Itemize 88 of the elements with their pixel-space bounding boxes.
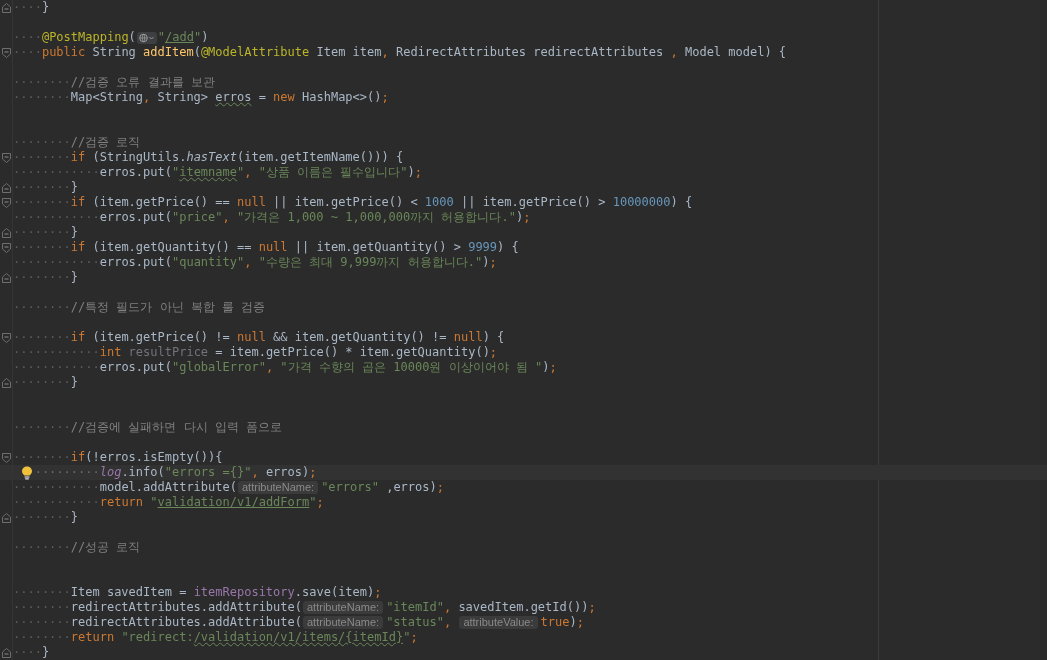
fold-icon[interactable] bbox=[2, 227, 11, 238]
code-text: public String addItem(@ModelAttribute Item item, RedirectAttributes redirectAttributes , Model model) { bbox=[41, 45, 787, 60]
code-text: erros.put("quantity", "수량은 최대 9,999까지 허용합니다."); bbox=[99, 255, 497, 270]
whitespace-marker: ···· bbox=[13, 45, 42, 60]
whitespace-marker: ···· bbox=[13, 0, 42, 15]
code-text: } bbox=[70, 180, 79, 195]
whitespace-marker: ···· bbox=[13, 645, 42, 660]
code-text: erros.put("globalError", "가격 수향의 곱은 10000원 이상이어야 됨 "); bbox=[99, 360, 557, 375]
fold-icon[interactable] bbox=[2, 647, 11, 658]
whitespace-marker: ········ bbox=[13, 180, 71, 195]
code-text: } bbox=[70, 510, 79, 525]
code-text: "status", bbox=[386, 615, 453, 630]
whitespace-marker: ········ bbox=[13, 375, 71, 390]
code-text: } bbox=[70, 225, 79, 240]
code-text: true); bbox=[540, 615, 584, 630]
whitespace-marker: ···· bbox=[13, 30, 42, 45]
code-text: erros.put("itemname", "상품 이름은 필수입니다"); bbox=[99, 165, 423, 180]
whitespace-marker: ········ bbox=[13, 630, 71, 645]
whitespace-marker: ········ bbox=[13, 75, 71, 90]
code-text: if (item.getPrice() == null || item.getPrice() < 1000 || item.getPrice() > 10000000) { bbox=[70, 195, 693, 210]
code-text: } bbox=[70, 270, 79, 285]
fold-icon[interactable] bbox=[2, 332, 11, 343]
parameter-hint: attributeName: bbox=[303, 616, 384, 629]
fold-icon[interactable] bbox=[2, 377, 11, 388]
whitespace-marker: ········ bbox=[13, 135, 71, 150]
code-text: @PostMapping( bbox=[41, 30, 136, 45]
whitespace-marker: ········ bbox=[13, 270, 71, 285]
lightbulb-icon[interactable] bbox=[20, 465, 35, 480]
whitespace-marker: ············ bbox=[13, 165, 100, 180]
code-text: //검증 오류 결과를 보관 bbox=[70, 75, 215, 90]
whitespace-marker: ········ bbox=[13, 225, 71, 240]
code-text: if (StringUtils.hasText(item.getItemName())) { bbox=[70, 150, 404, 165]
code-text: redirectAttributes.addAttribute( bbox=[70, 615, 302, 630]
code-text: } bbox=[41, 645, 50, 660]
whitespace-marker: ············ bbox=[13, 360, 100, 375]
code-text: model.addAttribute( bbox=[99, 480, 237, 495]
fold-icon[interactable] bbox=[2, 512, 11, 523]
code-text: if (item.getQuantity() == null || item.getQuantity() > 9999) { bbox=[70, 240, 519, 255]
whitespace-marker: ············ bbox=[13, 495, 100, 510]
fold-icon[interactable] bbox=[2, 47, 11, 58]
code-text: "itemId", savedItem.getId()); bbox=[386, 600, 596, 615]
whitespace-marker: ········ bbox=[13, 300, 71, 315]
whitespace-marker: ········ bbox=[13, 600, 71, 615]
whitespace-marker: ············ bbox=[13, 480, 100, 495]
code-text: return "redirect:/validation/v1/items/{itemId}"; bbox=[70, 630, 418, 645]
code-text: if(!erros.isEmpty()){ bbox=[70, 450, 223, 465]
code-text: erros.put("price", "가격은 1,000 ~ 1,000,000까지 허용합니다."); bbox=[99, 210, 531, 225]
code-text: int resultPrice = item.getPrice() * item.getQuantity(); bbox=[99, 345, 498, 360]
code-text: } bbox=[70, 375, 79, 390]
fold-icon[interactable] bbox=[2, 272, 11, 283]
parameter-hint: attributeValue: bbox=[459, 616, 538, 629]
code-text: "/add") bbox=[157, 30, 209, 45]
fold-icon[interactable] bbox=[2, 452, 11, 463]
whitespace-marker: ············ bbox=[13, 345, 100, 360]
fold-icon[interactable] bbox=[2, 152, 11, 163]
whitespace-marker: ········ bbox=[13, 540, 71, 555]
whitespace-marker: ········ bbox=[13, 615, 71, 630]
whitespace-marker: ········ bbox=[13, 195, 71, 210]
code-text: "errors" ,erros); bbox=[321, 480, 444, 495]
code-text: } bbox=[41, 0, 50, 15]
whitespace-marker: ········ bbox=[13, 150, 71, 165]
whitespace-marker: ········ bbox=[13, 420, 71, 435]
fold-icon[interactable] bbox=[2, 182, 11, 193]
code-text: //검증에 실패하면 다시 입력 폼으로 bbox=[70, 420, 283, 435]
fold-icon[interactable] bbox=[2, 242, 11, 253]
whitespace-marker: ········ bbox=[13, 510, 71, 525]
code-text: //특정 필드가 아닌 복합 룰 검증 bbox=[70, 300, 266, 315]
whitespace-marker: ········ bbox=[13, 450, 71, 465]
whitespace-marker: ············ bbox=[13, 255, 100, 270]
globe-dropdown-icon[interactable] bbox=[136, 31, 157, 44]
code-text: Map<String, String> erros = new HashMap<>(); bbox=[70, 90, 389, 105]
whitespace-marker: ············ bbox=[13, 210, 100, 225]
fold-icon[interactable] bbox=[2, 197, 11, 208]
whitespace-marker: ········ bbox=[13, 330, 71, 345]
code-text: Item savedItem = itemRepository.save(item); bbox=[70, 585, 382, 600]
code-text: redirectAttributes.addAttribute( bbox=[70, 600, 302, 615]
whitespace-marker: ········ bbox=[13, 240, 71, 255]
parameter-hint: attributeName: bbox=[303, 601, 384, 614]
code-text: //성공 로직 bbox=[70, 540, 141, 555]
parameter-hint: attributeName: bbox=[238, 481, 319, 494]
whitespace-marker: ········ bbox=[13, 90, 71, 105]
whitespace-marker: ········ bbox=[13, 585, 71, 600]
code-text: if (item.getPrice() != null && item.getQuantity() != null) { bbox=[70, 330, 505, 345]
fold-icon[interactable] bbox=[2, 2, 11, 13]
whitespace-marker: ········· bbox=[34, 465, 100, 480]
code-text: log.info("errors ={}", erros); bbox=[99, 465, 317, 480]
code-text: //검증 로직 bbox=[70, 135, 141, 150]
code-text: return "validation/v1/addForm"; bbox=[99, 495, 324, 510]
